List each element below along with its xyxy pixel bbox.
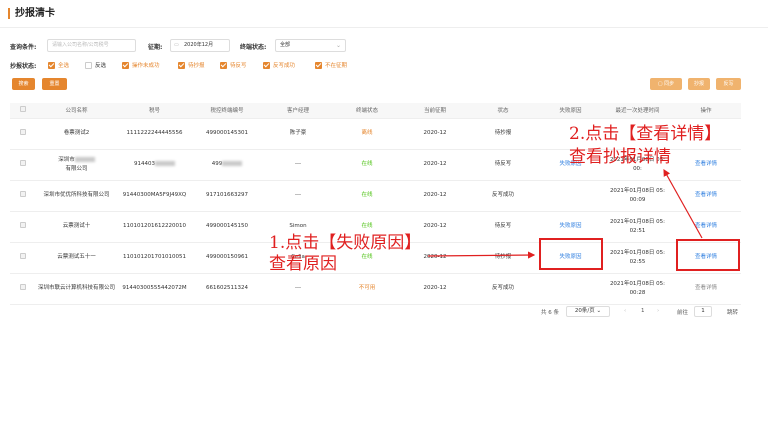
- arrow-to-step2-text: [663, 168, 703, 239]
- step2-annotation-line1: 2.点击【查看详情】: [569, 124, 722, 144]
- annotation-arrows: [427, 168, 703, 259]
- step1-annotation-line2: 查看原因: [269, 254, 337, 274]
- arrow-to-fail-reason: [427, 251, 536, 259]
- step1-annotation-line1: 1.点击【失败原因】: [269, 233, 422, 253]
- step2-annotation-line2: 查看抄报详情: [569, 147, 671, 167]
